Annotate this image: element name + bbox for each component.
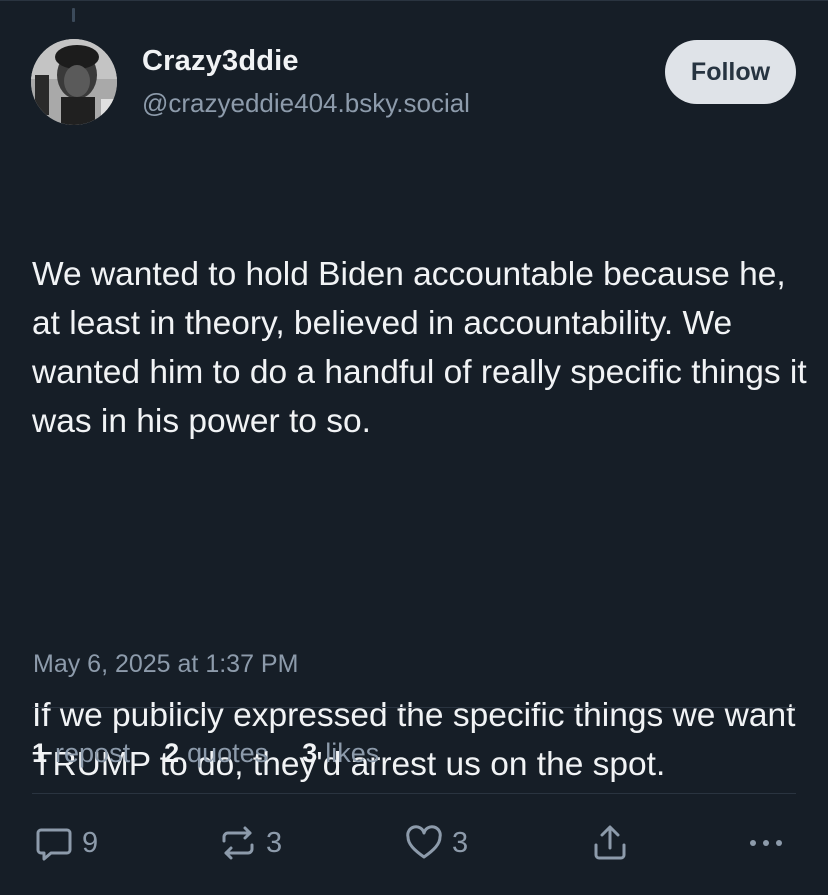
post-page: Crazy3ddie @crazyeddie404.bsky.social Fo… — [0, 0, 828, 895]
follow-button[interactable]: Follow — [665, 40, 796, 104]
thread-line — [72, 8, 75, 22]
more-options-button[interactable] — [746, 815, 786, 871]
author-display-name[interactable]: Crazy3ddie — [142, 45, 299, 78]
share-icon — [590, 823, 630, 863]
repost-count: 1 — [32, 737, 48, 768]
more-icon — [746, 823, 786, 863]
post-paragraph: We wanted to hold Biden accountable beca… — [32, 256, 816, 440]
like-label: likes — [325, 737, 380, 768]
repost-count-link[interactable]: 1 repost — [32, 738, 130, 769]
divider — [32, 793, 796, 794]
like-count-link[interactable]: 3 likes — [302, 738, 379, 769]
post-text: We wanted to hold Biden accountable beca… — [32, 152, 807, 887]
like-action-count: 3 — [452, 826, 469, 859]
repost-button[interactable]: 3 — [218, 815, 282, 871]
reply-icon — [34, 823, 74, 863]
divider — [32, 707, 796, 708]
repost-label: repost — [55, 737, 131, 768]
quote-count: 2 — [164, 737, 180, 768]
share-button[interactable] — [590, 815, 630, 871]
avatar-image — [31, 39, 117, 125]
quote-label: quotes — [187, 737, 269, 768]
like-button[interactable]: 3 — [404, 815, 468, 871]
like-count: 3 — [302, 737, 318, 768]
post-paragraph — [32, 544, 807, 593]
author-handle[interactable]: @crazyeddie404.bsky.social — [142, 88, 470, 119]
heart-icon — [404, 823, 444, 863]
top-divider — [0, 0, 828, 1]
action-bar: 9 3 3 — [0, 815, 828, 871]
quote-count-link[interactable]: 2 quotes — [164, 738, 268, 769]
repost-icon — [218, 823, 258, 863]
reply-button[interactable]: 9 — [34, 815, 98, 871]
reply-count: 9 — [82, 826, 99, 859]
repost-action-count: 3 — [266, 826, 283, 859]
post-timestamp: May 6, 2025 at 1:37 PM — [33, 650, 299, 678]
engagement-stats: 1 repost 2 quotes 3 likes — [32, 733, 379, 773]
avatar[interactable] — [31, 39, 117, 125]
